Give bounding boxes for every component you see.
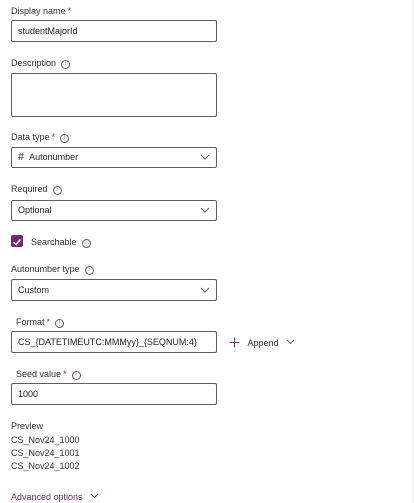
preview-line: CS_Nov24_1001 — [11, 448, 80, 458]
preview-line: CS_Nov24_1000 — [11, 435, 80, 445]
chevron-down-icon — [90, 493, 99, 499]
chevron-down-icon — [200, 207, 210, 213]
hash-icon: # — [18, 151, 25, 163]
searchable-label: Searchable i — [31, 236, 91, 248]
append-button[interactable]: Append — [229, 333, 295, 348]
info-icon[interactable]: i — [52, 186, 62, 195]
preview-line: CS_Nov24_1002 — [11, 461, 80, 471]
column-properties-panel: Display name * studentMajorId Description… — [0, 0, 414, 503]
info-icon[interactable]: i — [55, 319, 65, 328]
seed-value-label: Seed value * i — [16, 368, 81, 380]
info-icon[interactable]: i — [81, 239, 91, 248]
autonumber-type-dropdown[interactable]: Custom — [11, 279, 217, 301]
description-label: Description i — [11, 57, 71, 69]
preview-list: CS_Nov24_1000 CS_Nov24_1001 CS_Nov24_100… — [11, 434, 80, 473]
checkmark-icon — [13, 239, 22, 246]
description-textarea[interactable] — [11, 73, 217, 117]
data-type-label: Data type * i — [11, 131, 70, 143]
searchable-checkbox[interactable] — [11, 235, 23, 247]
required-mark: * — [63, 369, 67, 379]
data-type-dropdown[interactable]: # Autonumber — [11, 147, 217, 168]
info-icon[interactable]: i — [61, 60, 71, 69]
chevron-down-icon — [200, 154, 210, 160]
chevron-down-icon — [200, 287, 210, 293]
info-icon[interactable]: i — [71, 371, 81, 380]
format-input[interactable]: CS_{DATETIMEUTC:MMMyy}_{SEQNUM:4} — [11, 331, 217, 353]
plus-icon — [229, 337, 240, 348]
info-icon[interactable]: i — [84, 266, 94, 275]
format-label: Format * i — [16, 316, 65, 328]
autonumber-type-label: Autonumber type i — [11, 263, 94, 275]
advanced-options-link[interactable]: Advanced options — [11, 487, 99, 502]
required-mark: * — [67, 6, 72, 16]
chevron-down-icon — [286, 339, 295, 345]
preview-label: Preview — [11, 421, 44, 431]
required-mark: * — [51, 132, 56, 142]
display-name-label: Display name * — [11, 6, 72, 16]
required-dropdown[interactable]: Optional — [11, 200, 217, 221]
info-icon[interactable]: i — [60, 134, 70, 143]
required-mark: * — [46, 317, 51, 327]
required-label: Required i — [11, 183, 62, 195]
display-name-input[interactable]: studentMajorId — [11, 20, 217, 42]
seed-value-input[interactable]: 1000 — [11, 383, 217, 405]
